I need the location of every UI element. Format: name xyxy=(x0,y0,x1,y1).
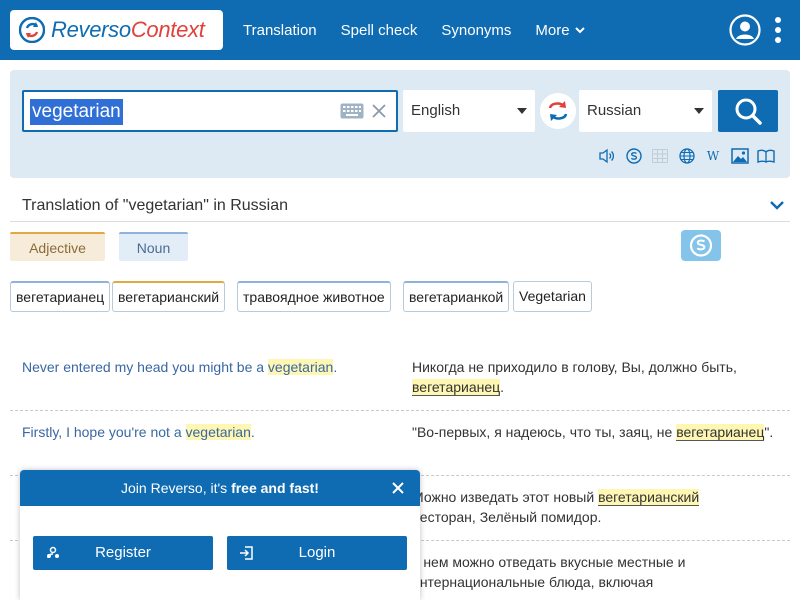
login-button[interactable]: Login xyxy=(227,536,407,570)
translation-chip[interactable]: вегетарианец xyxy=(10,281,111,312)
register-icon xyxy=(47,546,59,559)
login-label: Login xyxy=(298,544,336,561)
translation-heading: Translation of "vegetarian" in Russian xyxy=(22,197,289,214)
translation-chip[interactable]: травоядное животное xyxy=(237,281,391,312)
clear-icon[interactable] xyxy=(372,104,386,118)
register-button[interactable]: Register xyxy=(33,536,213,570)
source-language-label: English xyxy=(411,102,461,119)
close-icon[interactable] xyxy=(392,482,404,494)
example-divider xyxy=(10,410,790,411)
skype-icon[interactable] xyxy=(625,147,643,165)
divider xyxy=(10,221,790,222)
chevron-down-icon[interactable] xyxy=(769,199,785,211)
nav-translation[interactable]: Translation xyxy=(243,22,317,39)
target-language-label: Russian xyxy=(587,102,642,119)
login-icon xyxy=(240,546,253,560)
nav-spell-check[interactable]: Spell check xyxy=(341,22,418,39)
popup-title: Join Reverso, it's free and fast! xyxy=(20,470,420,506)
example-source: Firstly, I hope you're not a vegetarian. xyxy=(22,424,255,440)
search-query-text[interactable]: vegetarian xyxy=(30,99,123,125)
dictionary-tools: W xyxy=(598,146,784,166)
grid-icon[interactable] xyxy=(651,147,669,165)
nav-more-label: More xyxy=(535,21,570,39)
reverso-context-logo[interactable]: ReversoContext xyxy=(10,10,223,50)
example-target: Никогда не приходило в голову, Вы, должн… xyxy=(412,359,737,396)
image-icon[interactable] xyxy=(730,147,749,165)
caret-down-icon xyxy=(517,108,527,114)
search-input[interactable]: vegetarian xyxy=(22,90,398,132)
wikipedia-icon[interactable]: W xyxy=(704,147,722,165)
nav-synonyms[interactable]: Synonyms xyxy=(441,22,511,39)
example-target: в нем можно отведать вкусные местные и ин… xyxy=(412,554,686,590)
chevron-down-icon xyxy=(574,26,585,33)
translation-chip[interactable]: Vegetarian xyxy=(513,281,592,312)
pos-tag-adjective[interactable]: Adjective xyxy=(10,232,105,261)
target-language-select[interactable]: Russian xyxy=(579,90,712,132)
source-language-select[interactable]: English xyxy=(403,90,535,132)
pos-tag-noun[interactable]: Noun xyxy=(119,232,188,261)
skype-button[interactable] xyxy=(681,230,721,261)
search-panel: vegetarian English Russian W xyxy=(10,70,790,178)
keyboard-icon[interactable] xyxy=(340,102,364,120)
speaker-icon[interactable] xyxy=(598,147,616,165)
nav-more[interactable]: More xyxy=(535,21,585,39)
search-icon xyxy=(735,98,762,125)
example-source: Never entered my head you might be a veg… xyxy=(22,359,338,375)
caret-down-icon xyxy=(694,108,704,114)
swap-languages-icon[interactable] xyxy=(540,93,576,129)
main-nav: Translation Spell check Synonyms More xyxy=(243,0,609,60)
translation-chip[interactable]: вегетарианкой xyxy=(403,281,510,312)
reverso-logo-icon xyxy=(19,17,45,43)
globe-icon[interactable] xyxy=(678,147,696,165)
example-target: Можно изведать этот новый вегетарианский… xyxy=(412,489,700,525)
book-icon[interactable] xyxy=(757,147,775,165)
logo-text: ReversoContext xyxy=(51,17,205,42)
example-target: "Во-первых, я надеюсь, что ты, заяц, не … xyxy=(412,424,774,441)
user-icon[interactable] xyxy=(729,14,761,46)
kebab-menu-icon[interactable] xyxy=(772,16,784,44)
register-label: Register xyxy=(95,544,151,561)
search-button[interactable] xyxy=(718,90,778,132)
skype-icon xyxy=(689,234,713,257)
signup-popup: Join Reverso, it's free and fast! Regist… xyxy=(20,470,420,600)
top-header: ReversoContext Translation Spell check S… xyxy=(0,0,800,60)
translation-chip[interactable]: вегетарианский xyxy=(112,281,226,312)
